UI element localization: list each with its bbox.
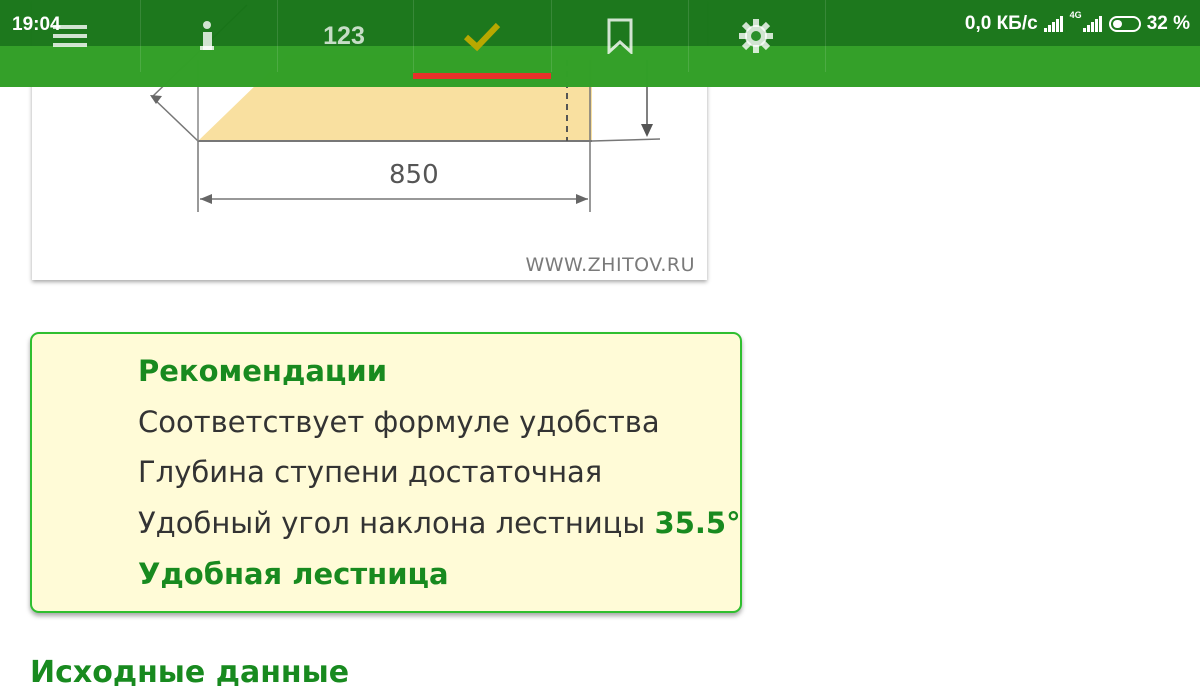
info-tab[interactable] [190, 10, 224, 62]
battery-icon [1108, 16, 1141, 32]
recommendations-title: Рекомендации [138, 354, 388, 388]
angle-text: Удобный угол наклона лестницы [138, 506, 646, 540]
recommendations-box: Рекомендации Соответствует формуле удобс… [30, 332, 742, 613]
tab-divider [277, 0, 278, 72]
dim-arrow-left [200, 194, 212, 204]
tab-divider [825, 0, 826, 72]
tab-divider [140, 0, 141, 72]
recommendation-item: Соответствует формуле удобства [138, 405, 660, 439]
signal-icon-2 [1082, 16, 1103, 32]
verdict: Удобная лестница [138, 557, 449, 591]
result-tab[interactable] [460, 10, 504, 62]
slope-extension [151, 96, 199, 142]
status-time: 19:04 [12, 14, 61, 35]
numbers-tab[interactable]: 123 [300, 10, 388, 62]
base-extension [591, 138, 661, 142]
active-tab-indicator [413, 73, 551, 79]
height-arrow [641, 124, 653, 137]
net-speed: 0,0 КБ/с [964, 13, 1038, 34]
network-type: 4G [1069, 10, 1082, 20]
gear-icon [739, 19, 773, 53]
source-data-heading: Исходные данные [30, 655, 350, 690]
dim-arrow-right [576, 194, 588, 204]
check-icon [463, 22, 501, 52]
recommendation-item: Глубина ступени достаточная [138, 455, 603, 489]
dimension-label: 850 [389, 160, 439, 190]
tab-divider [551, 0, 552, 72]
angle-value: 35.5° [654, 506, 741, 540]
tab-divider [413, 0, 414, 72]
slope-arrow [150, 95, 162, 104]
watermark: WWW.ZHITOV.RU [525, 254, 695, 276]
settings-tab[interactable] [736, 10, 776, 62]
tab-divider [688, 0, 689, 72]
angle-recommendation: Удобный угол наклона лестницы 35.5° [138, 506, 741, 540]
battery-percent: 32 % [1146, 13, 1190, 34]
bookmark-tab[interactable] [600, 10, 640, 62]
status-indicators: 0,0 КБ/с 4G 32 % [959, 10, 1190, 35]
bookmark-icon [607, 18, 633, 54]
info-icon [200, 21, 214, 50]
app-bar: 123 19:04 0,0 КБ/с 4G 32 % [0, 0, 1200, 87]
signal-icon [1043, 16, 1064, 32]
